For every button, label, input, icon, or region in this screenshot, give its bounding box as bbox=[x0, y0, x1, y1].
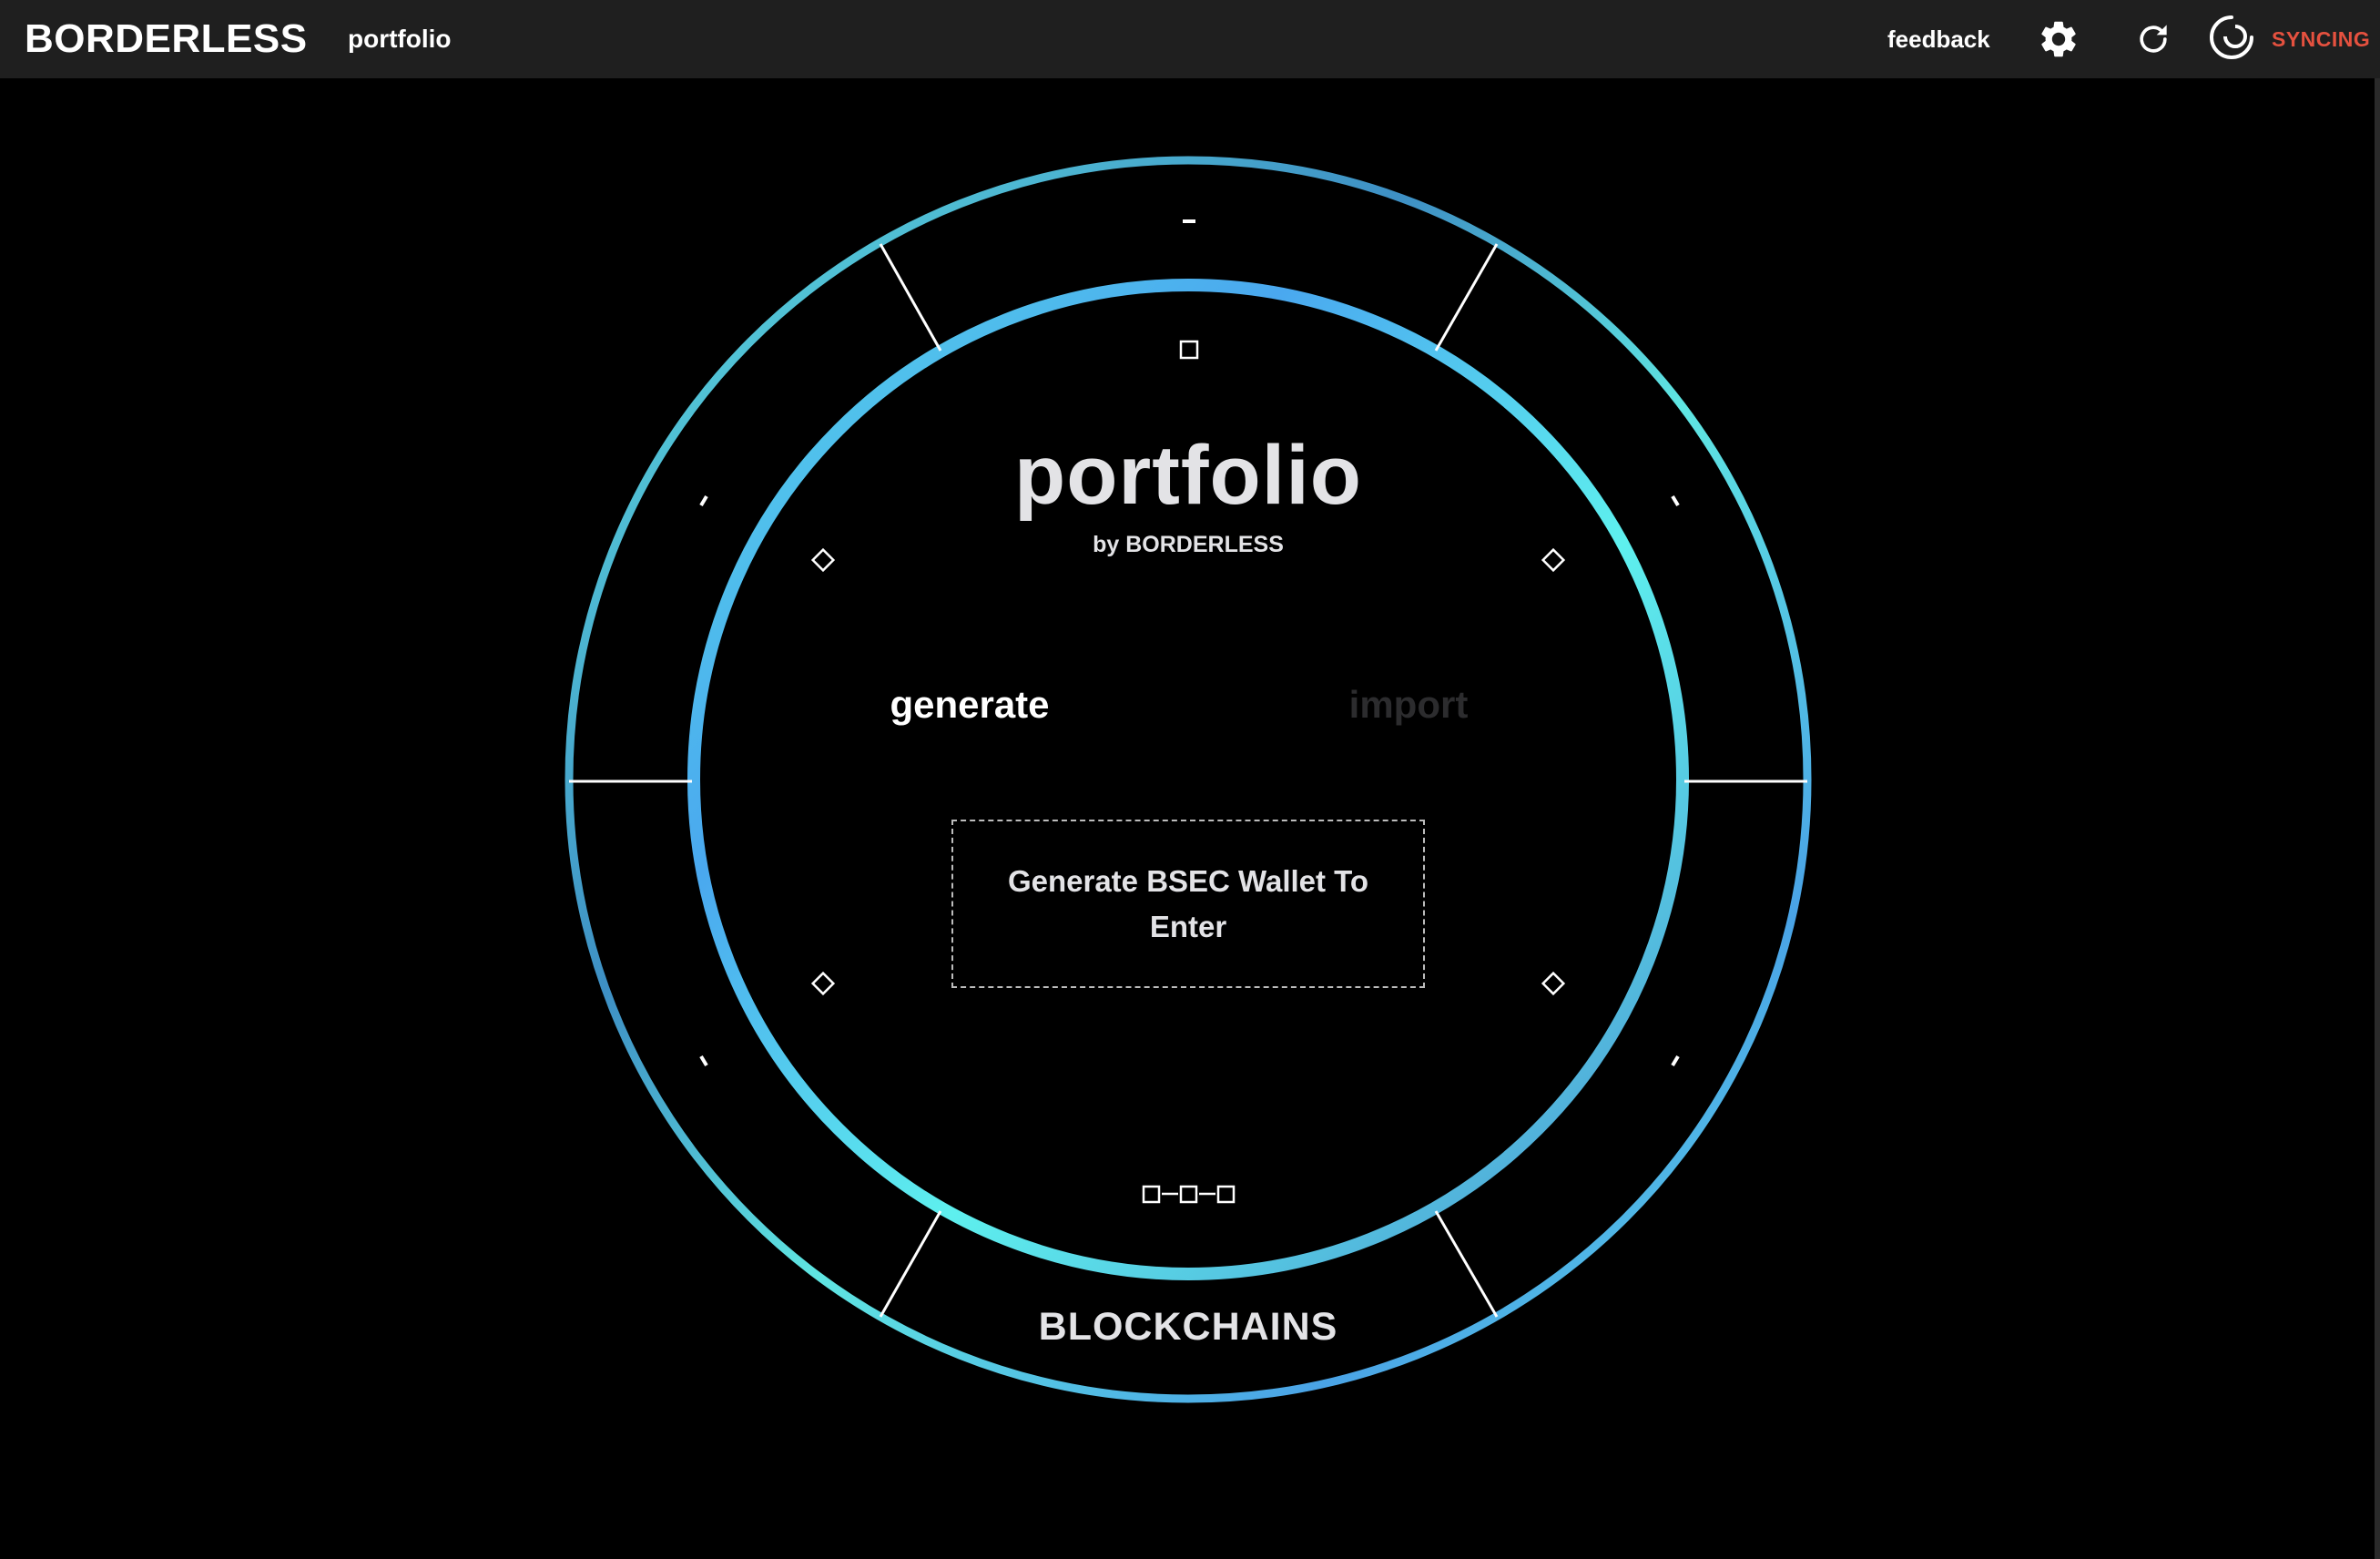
square-icon bbox=[1179, 340, 1199, 360]
generate-wallet-label: Generate BSEC Wallet To Enter bbox=[1007, 863, 1369, 943]
diamond-icon bbox=[1541, 971, 1566, 996]
tab-generate[interactable]: generate bbox=[860, 683, 1079, 727]
dial-title: portfolio bbox=[1014, 429, 1362, 522]
blockchains-label[interactable]: BLOCKCHAINS bbox=[965, 1305, 1411, 1350]
diamond-icon bbox=[1541, 547, 1566, 573]
diamond-icon bbox=[810, 971, 836, 996]
dial-subtitle: by BORDERLESS bbox=[1093, 532, 1284, 557]
generate-wallet-button[interactable]: Generate BSEC Wallet To Enter bbox=[951, 820, 1425, 988]
outer-ring bbox=[564, 156, 1812, 1403]
diamond-icon bbox=[810, 547, 836, 573]
tab-import[interactable]: import bbox=[1299, 683, 1518, 727]
ring-separators bbox=[569, 243, 1807, 1318]
chain-link-icon bbox=[1142, 1185, 1236, 1204]
